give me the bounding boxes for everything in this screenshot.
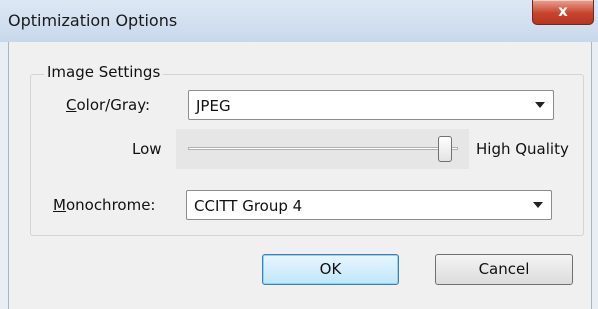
dialog-body: Image Settings Color/Gray: JPEG Low High… <box>8 42 592 309</box>
color-gray-label-rest: olor/Gray: <box>76 96 151 114</box>
monochrome-label-rest: onochrome: <box>65 196 156 214</box>
window-title: Optimization Options <box>8 11 178 30</box>
image-settings-label: Image Settings <box>44 63 164 81</box>
monochrome-dropdown[interactable]: CCITT Group 4 <box>186 190 552 220</box>
quality-low-label: Low <box>132 140 162 158</box>
color-gray-label: Color/Gray: <box>66 96 150 114</box>
chevron-down-icon <box>533 202 543 208</box>
slider-track <box>188 147 458 150</box>
quality-slider[interactable] <box>176 129 469 169</box>
optimization-options-dialog: Optimization Options x Image Settings Co… <box>0 0 598 309</box>
monochrome-value: CCITT Group 4 <box>194 197 303 215</box>
close-button[interactable]: x <box>532 0 594 25</box>
color-gray-mnemonic: C <box>66 96 77 114</box>
monochrome-label: Monochrome: <box>53 196 155 214</box>
chevron-down-icon <box>535 102 545 108</box>
color-gray-dropdown[interactable]: JPEG <box>188 90 554 120</box>
quality-high-label: High Quality <box>476 140 569 158</box>
cancel-button[interactable]: Cancel <box>435 254 573 285</box>
slider-thumb[interactable] <box>438 136 452 162</box>
title-bar[interactable]: Optimization Options x <box>0 0 598 42</box>
color-gray-value: JPEG <box>196 97 231 115</box>
ok-button[interactable]: OK <box>262 254 399 285</box>
close-icon: x <box>558 2 568 20</box>
monochrome-mnemonic: M <box>53 196 66 214</box>
